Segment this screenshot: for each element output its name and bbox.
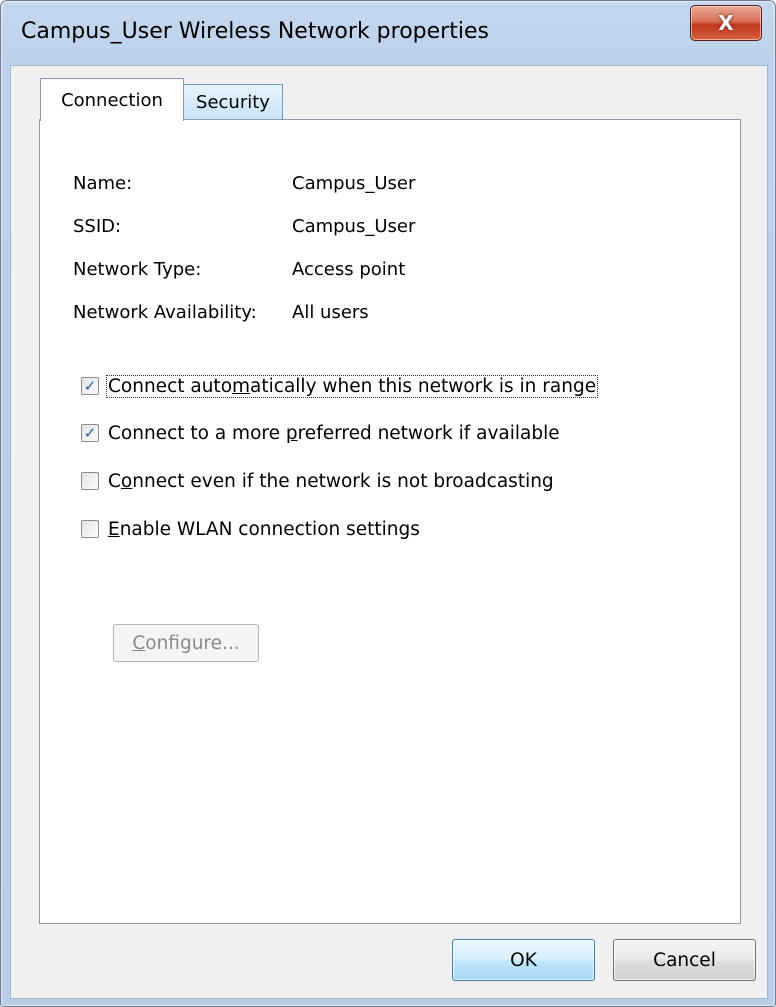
network-type-value: Access point (292, 259, 406, 280)
tab-connection[interactable]: Connection (40, 78, 184, 121)
connect-automatically-checkbox[interactable]: ✓ (81, 377, 99, 395)
enable-wlan-settings-label[interactable]: Enable WLAN connection settings (107, 519, 421, 540)
title-bar[interactable]: Campus_User Wireless Network properties … (1, 1, 775, 65)
name-label: Name: (73, 173, 133, 194)
connect-automatically-option[interactable]: ✓ Connect automatically when this networ… (81, 374, 599, 398)
checkmark-icon: ✓ (83, 376, 97, 395)
network-type-label: Network Type: (73, 259, 202, 280)
network-availability-label: Network Availability: (73, 302, 257, 323)
configure-button[interactable]: Configure... (113, 624, 259, 662)
ssid-value: Campus_User (292, 216, 416, 237)
tab-security[interactable]: Security (183, 84, 283, 120)
cancel-button[interactable]: Cancel (613, 939, 756, 981)
tab-security-label: Security (196, 92, 270, 113)
ssid-label: SSID: (73, 216, 122, 237)
ok-button[interactable]: OK (452, 939, 595, 981)
close-button[interactable]: X (690, 5, 762, 41)
enable-wlan-settings-checkbox[interactable] (81, 520, 99, 538)
dialog-client-area: Connection Security Name: Campus_User SS… (10, 65, 768, 999)
connect-not-broadcasting-option[interactable]: Connect even if the network is not broad… (81, 469, 555, 493)
connect-preferred-network-option[interactable]: ✓ Connect to a more preferred network if… (81, 421, 561, 445)
connect-preferred-network-label[interactable]: Connect to a more preferred network if a… (107, 423, 561, 444)
connect-not-broadcasting-label[interactable]: Connect even if the network is not broad… (107, 471, 555, 492)
tab-connection-label: Connection (61, 89, 163, 111)
dialog-window: Campus_User Wireless Network properties … (0, 0, 776, 1007)
connection-panel: Name: Campus_User SSID: Campus_User Netw… (39, 119, 741, 924)
connect-preferred-network-checkbox[interactable]: ✓ (81, 424, 99, 442)
window-title: Campus_User Wireless Network properties (21, 19, 489, 44)
connect-automatically-label[interactable]: Connect automatically when this network … (105, 374, 599, 398)
name-value: Campus_User (292, 173, 416, 194)
checkmark-icon: ✓ (83, 423, 97, 442)
enable-wlan-settings-option[interactable]: Enable WLAN connection settings (81, 517, 421, 541)
connect-not-broadcasting-checkbox[interactable] (81, 472, 99, 490)
close-icon: X (718, 11, 734, 35)
network-availability-value: All users (292, 302, 369, 323)
